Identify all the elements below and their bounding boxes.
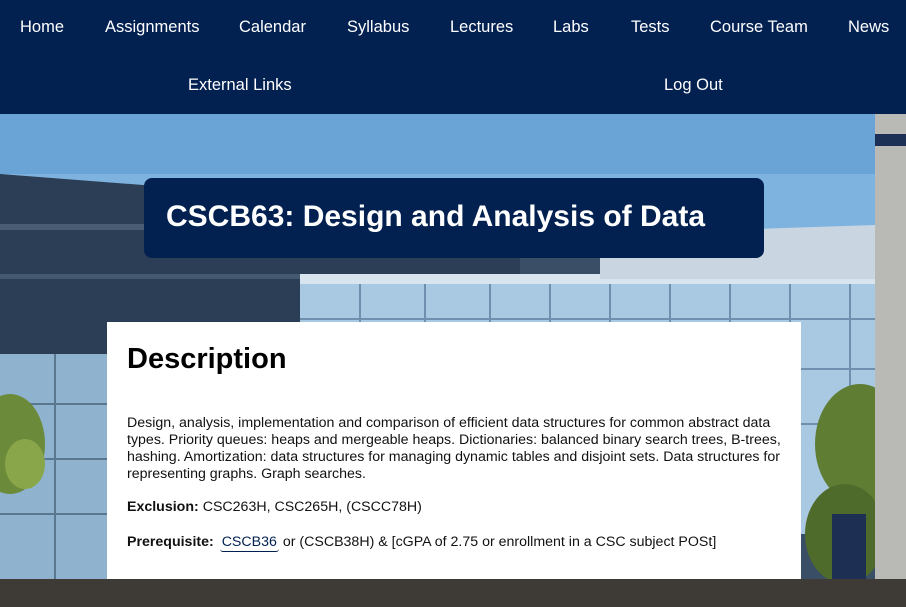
nav-calendar[interactable]: Calendar (239, 17, 306, 37)
description-heading: Description (127, 343, 287, 375)
nav-external-links[interactable]: External Links (188, 75, 292, 95)
course-title-banner: CSCB63: Design and Analysis of Data (144, 178, 764, 258)
nav-tests[interactable]: Tests (631, 17, 670, 37)
nav-assignments[interactable]: Assignments (105, 17, 199, 37)
description-body: Design, analysis, implementation and com… (127, 415, 781, 482)
prerequisite-course-link[interactable]: CSCB36 (219, 534, 279, 552)
page-title: CSCB63: Design and Analysis of Data (166, 200, 706, 233)
exclusion-label: Exclusion: (127, 499, 199, 515)
exclusion-line: Exclusion: CSC263H, CSC265H, (CSCC78H) (127, 499, 781, 516)
nav-labs[interactable]: Labs (553, 17, 589, 37)
description-card: Description Design, analysis, implementa… (107, 322, 801, 579)
nav-syllabus[interactable]: Syllabus (347, 17, 409, 37)
nav-lectures[interactable]: Lectures (450, 17, 513, 37)
prerequisite-label: Prerequisite: (127, 534, 214, 550)
nav-log-out[interactable]: Log Out (664, 75, 723, 95)
exclusion-value: CSC263H, CSC265H, (CSCC78H) (202, 499, 422, 515)
main-nav: Home Assignments Calendar Syllabus Lectu… (0, 0, 906, 114)
nav-news[interactable]: News (848, 17, 889, 37)
nav-course-team[interactable]: Course Team (710, 17, 808, 37)
prerequisite-rest: or (CSCB38H) & [cGPA of 2.75 or enrollme… (282, 534, 717, 550)
prerequisite-line: Prerequisite: CSCB36 or (CSCB38H) & [cGP… (127, 534, 781, 552)
nav-home[interactable]: Home (20, 17, 64, 37)
